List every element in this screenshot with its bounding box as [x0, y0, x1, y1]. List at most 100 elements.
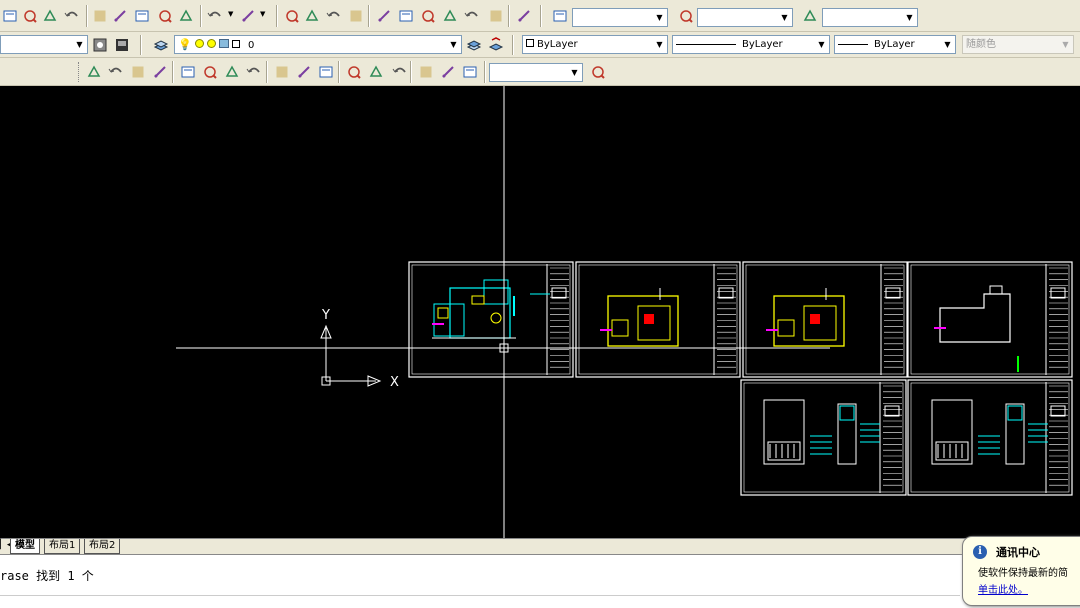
center-mark-icon[interactable]	[390, 62, 410, 82]
chevron-down-icon: ▼	[571, 68, 578, 77]
tab-model[interactable]: 模型	[10, 539, 40, 554]
layer-state-icons: 💡	[178, 36, 248, 53]
dim-continue-icon[interactable]	[316, 62, 336, 82]
dim-baseline-icon[interactable]	[294, 62, 314, 82]
lineweight-dropdown[interactable]: ByLayer ▼	[834, 35, 956, 54]
quick-dim-icon[interactable]	[272, 62, 292, 82]
preview-icon[interactable]	[0, 6, 20, 26]
sheet-frame	[907, 379, 1073, 496]
furniture-block	[490, 312, 502, 324]
workspace-settings-icon[interactable]	[90, 35, 110, 55]
communication-center-balloon[interactable]: i 通讯中心 使软件保持最新的简 单击此处。	[962, 536, 1080, 606]
plotstyle-value: 随颜色	[966, 39, 996, 50]
sun-icon	[194, 39, 204, 48]
sheet-set-icon[interactable]	[440, 6, 460, 26]
redo-icon[interactable]	[238, 6, 258, 26]
dim-text-edit-icon[interactable]	[438, 62, 458, 82]
balloon-link[interactable]: 单击此处。	[978, 581, 1028, 596]
plot-icon[interactable]	[40, 6, 60, 26]
table-style-icon[interactable]	[800, 6, 820, 26]
layer-color-swatch	[232, 40, 241, 48]
floor-plan-walls	[773, 295, 845, 347]
separator	[508, 5, 510, 27]
color-dropdown[interactable]: ByLayer ▼	[522, 35, 668, 54]
layers-properties-toolbar: ▼ 💡 0 ▼ ByLayer ▼ ByLayer ▼ ByLayer ▼ 随颜色 ▼	[0, 32, 1080, 58]
dim-ordinate-icon[interactable]	[150, 62, 170, 82]
dim-radius-icon[interactable]	[178, 62, 198, 82]
make-object-layer-current-icon[interactable]	[464, 35, 484, 55]
quick-leader-icon[interactable]	[344, 62, 364, 82]
publish-icon[interactable]	[20, 6, 40, 26]
toolbar-grip[interactable]	[78, 62, 81, 82]
command-window[interactable]: rase 找到 1 个	[0, 554, 1080, 608]
lineweight-value: ByLayer	[874, 39, 915, 50]
workspace-save-icon[interactable]	[112, 35, 132, 55]
sheet-inner-frame	[743, 382, 904, 493]
match-properties-icon[interactable]	[155, 6, 175, 26]
dim-angular-icon[interactable]	[244, 62, 264, 82]
linetype-value: ByLayer	[742, 39, 783, 50]
dim-style-icon-2[interactable]	[588, 62, 608, 82]
dim-edit-icon[interactable]	[416, 62, 436, 82]
model-space-drawing: XY	[176, 86, 1073, 538]
tolerance-icon[interactable]	[366, 62, 386, 82]
floor-plan-walls	[939, 293, 1011, 343]
paste-icon[interactable]	[132, 6, 152, 26]
undo-icon[interactable]	[205, 6, 225, 26]
furniture-block	[471, 295, 485, 305]
sheet-frame	[575, 261, 741, 378]
zoom-realtime-icon[interactable]	[302, 6, 322, 26]
dim-aligned-icon[interactable]	[106, 62, 126, 82]
separator	[276, 5, 278, 27]
zoom-previous-icon[interactable]	[346, 6, 366, 26]
redo-dropdown-icon[interactable]: ▼	[260, 10, 265, 18]
plotstyle-dropdown[interactable]: 随颜色 ▼	[962, 35, 1074, 54]
dim-arc-icon[interactable]	[128, 62, 148, 82]
block-editor-icon[interactable]	[176, 6, 196, 26]
workspace-dropdown[interactable]: ▼	[0, 35, 88, 54]
separator	[338, 61, 340, 83]
chevron-down-icon: ▼	[781, 13, 788, 22]
sheet-inner-frame	[910, 382, 1070, 493]
help-icon[interactable]	[514, 6, 534, 26]
undo-dropdown-icon[interactable]: ▼	[228, 10, 233, 18]
pan-icon[interactable]	[282, 6, 302, 26]
chevron-down-icon: ▼	[944, 40, 951, 49]
table-style-dropdown[interactable]: ▼	[822, 8, 918, 27]
quickcalc-icon[interactable]	[486, 6, 506, 26]
dim-diameter-icon[interactable]	[222, 62, 242, 82]
chevron-down-icon: ▼	[76, 40, 83, 49]
properties-icon[interactable]	[374, 6, 394, 26]
3d-dwf-icon[interactable]	[62, 6, 82, 26]
dim-style-icon[interactable]	[676, 6, 696, 26]
dim-jogged-icon[interactable]	[200, 62, 220, 82]
layer-manager-icon[interactable]	[151, 35, 171, 55]
dim-style-combo[interactable]: ▼	[489, 63, 583, 82]
layer-previous-icon[interactable]	[486, 35, 506, 55]
text-style-icon[interactable]	[550, 6, 570, 26]
copy-icon[interactable]	[110, 6, 130, 26]
drawing-area[interactable]: XY	[0, 86, 1080, 538]
layout-tabs: ▏◀ 模型 布局1 布局2	[0, 538, 1080, 554]
text-style-dropdown[interactable]: ▼	[572, 8, 668, 27]
dim-style-dropdown[interactable]: ▼	[697, 8, 793, 27]
elevation-detail	[839, 405, 855, 421]
layer-dropdown[interactable]: 💡 0 ▼	[174, 35, 462, 54]
dim-linear-icon[interactable]	[84, 62, 104, 82]
title-block-logo	[885, 287, 901, 299]
tab-layout2[interactable]: 布局2	[84, 539, 121, 554]
separator	[86, 5, 88, 27]
tool-palettes-icon[interactable]	[418, 6, 438, 26]
cut-icon[interactable]	[90, 6, 110, 26]
markup-icon[interactable]	[462, 6, 482, 26]
sheet-inner-frame	[745, 264, 905, 375]
dim-update-icon[interactable]	[460, 62, 480, 82]
zoom-window-icon[interactable]	[324, 6, 344, 26]
command-history: rase 找到 1 个	[0, 569, 94, 583]
design-center-icon[interactable]	[396, 6, 416, 26]
chevron-down-icon: ▼	[656, 40, 663, 49]
linetype-dropdown[interactable]: ByLayer ▼	[672, 35, 830, 54]
separator	[484, 61, 486, 83]
separator	[200, 5, 202, 27]
tab-layout1[interactable]: 布局1	[44, 539, 81, 554]
